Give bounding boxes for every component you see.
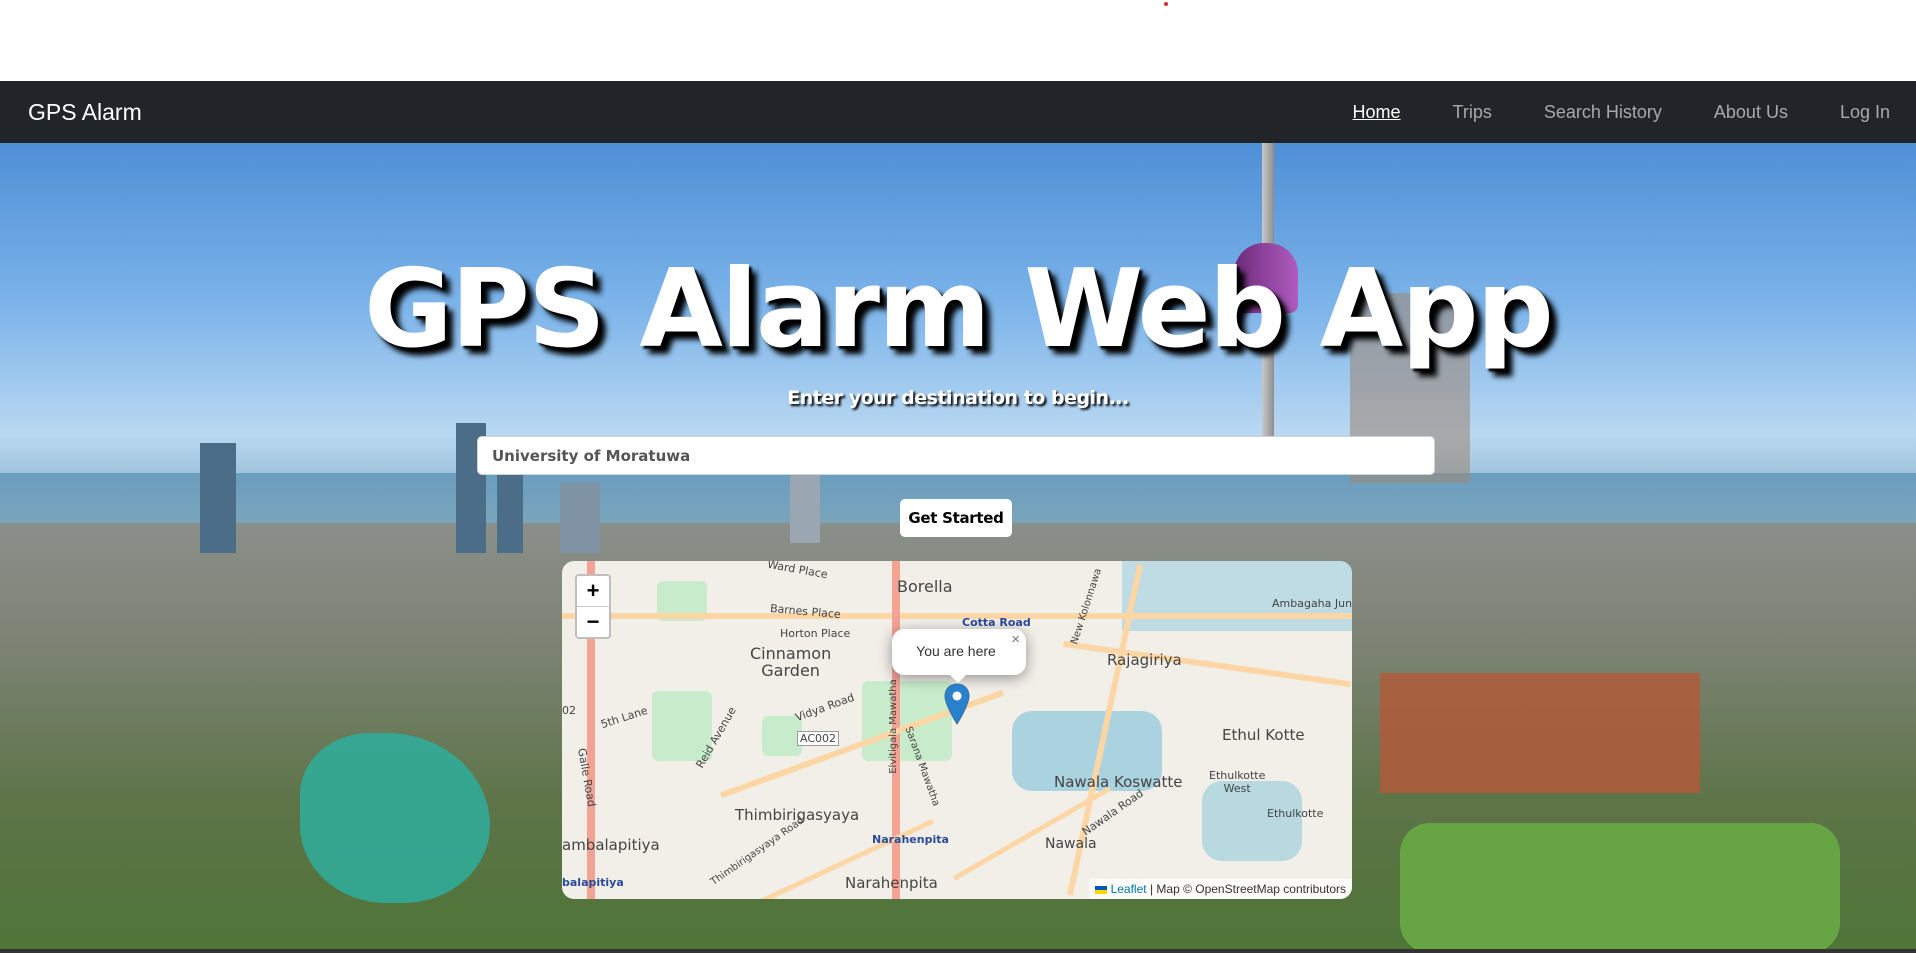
hero-subtitle: Enter your destination to begin... bbox=[787, 387, 1129, 409]
location-popup: You are here × bbox=[892, 629, 1026, 683]
zoom-in-button[interactable]: + bbox=[577, 576, 609, 607]
map-label: Ethulkotte bbox=[1267, 807, 1324, 820]
map-label: Horton Place bbox=[780, 627, 851, 640]
nav-home[interactable]: Home bbox=[1353, 102, 1401, 123]
bottom-border bbox=[0, 949, 1916, 953]
map-label: 5th Lane bbox=[599, 703, 650, 732]
map-label: Narahenpita bbox=[872, 833, 949, 846]
map-label: Ethul Kotte bbox=[1222, 726, 1305, 744]
map-label: Elvitigala Mawatha bbox=[887, 679, 899, 774]
map-label: balapitiya bbox=[562, 876, 624, 889]
zoom-out-button[interactable]: − bbox=[577, 607, 609, 637]
top-dot bbox=[1164, 2, 1168, 6]
close-icon[interactable]: × bbox=[1011, 631, 1020, 648]
map-zoom-control: + − bbox=[575, 574, 611, 639]
map-label: Cinnamon Garden bbox=[750, 644, 832, 680]
map-label: Rajagiriya bbox=[1107, 651, 1182, 669]
map-label: 02 bbox=[562, 704, 576, 717]
map-label: New Kolonnawa bbox=[1069, 567, 1105, 646]
hero-title: GPS Alarm Web App bbox=[364, 247, 1554, 372]
brand-logo-text[interactable]: GPS Alarm bbox=[28, 81, 142, 143]
map-label: Nawala Koswatte bbox=[1054, 773, 1183, 791]
map-label: Thimbirigasyaya Road bbox=[708, 815, 807, 888]
map-label: ambalapitiya bbox=[562, 836, 660, 854]
map-view[interactable]: Borella Ward Place Barnes Place Horton P… bbox=[562, 561, 1352, 899]
navbar: GPS Alarm Home Trips Search History Abou… bbox=[0, 81, 1916, 143]
map-label: Borella bbox=[897, 577, 953, 596]
get-started-button[interactable]: Get Started bbox=[900, 499, 1012, 537]
leaflet-link[interactable]: Leaflet bbox=[1111, 882, 1147, 896]
map-pin-icon[interactable] bbox=[944, 683, 970, 730]
popup-text: You are here bbox=[916, 643, 996, 659]
destination-input[interactable] bbox=[477, 436, 1435, 475]
ukraine-flag-icon bbox=[1094, 885, 1107, 894]
map-label: Narahenpita bbox=[845, 874, 938, 892]
map-label: Ethulkotte West bbox=[1209, 769, 1266, 795]
map-label: Cotta Road bbox=[962, 616, 1031, 629]
popup-tip bbox=[948, 673, 968, 683]
map-attribution: Leaflet | Map © OpenStreetMap contributo… bbox=[1088, 879, 1352, 899]
map-label: Ward Place bbox=[766, 561, 829, 582]
nav-trips[interactable]: Trips bbox=[1453, 102, 1492, 123]
nav-search-history[interactable]: Search History bbox=[1544, 102, 1662, 123]
nav-about-us[interactable]: About Us bbox=[1714, 102, 1788, 123]
map-label: Vidya Road bbox=[793, 690, 857, 725]
nav-links: Home Trips Search History About Us Log I… bbox=[1327, 81, 1916, 143]
map-label: AC002 bbox=[797, 731, 840, 746]
map-label: Ambagaha Jun bbox=[1272, 597, 1352, 610]
map-label: Nawala bbox=[1045, 836, 1097, 852]
attribution-text: | Map © OpenStreetMap contributors bbox=[1146, 882, 1346, 896]
nav-log-in[interactable]: Log In bbox=[1840, 102, 1890, 123]
